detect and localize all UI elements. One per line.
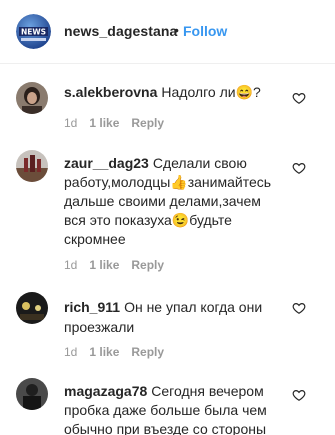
comment-item: zaur__dag23 Сделали свою работу,молодцы👍з… [0, 150, 335, 275]
commenter-avatar[interactable] [16, 378, 48, 410]
comment-text: magazaga78 Сегодня вечером пробка даже бо… [64, 382, 286, 435]
comment-text: zaur__dag23 Сделали свою работу,молодцы👍з… [64, 154, 286, 249]
heart-icon[interactable] [292, 301, 306, 315]
comment-text: rich_911 Он не упал когда они проезжали [64, 297, 286, 337]
svg-text:NEWS: NEWS [21, 28, 46, 37]
comment-meta: 1d 1 like Reply [64, 258, 176, 272]
comment-likes[interactable]: 1 like [89, 116, 119, 130]
comment-username[interactable]: zaur__dag23 [64, 155, 149, 171]
reply-button[interactable]: Reply [131, 116, 164, 130]
comment-meta: 1d 1 like Reply [64, 345, 176, 359]
reply-button[interactable]: Reply [131, 345, 164, 359]
comment-body: Надолго ли😄? [161, 84, 261, 100]
user-photo-icon [16, 292, 48, 324]
comment-item: s.alekberovna Надолго ли😄? 1d 1 like Reply [0, 79, 335, 139]
comment-likes[interactable]: 1 like [89, 258, 119, 272]
comment-time[interactable]: 1d [64, 116, 77, 130]
commenter-avatar[interactable] [16, 82, 48, 114]
comment-likes[interactable]: 1 like [89, 345, 119, 359]
comment-time[interactable]: 1d [64, 258, 77, 272]
user-photo-icon [16, 82, 48, 114]
comment-item: magazaga78 Сегодня вечером пробка даже бо… [0, 378, 335, 435]
comment-text: s.alekberovna Надолго ли😄? [64, 83, 286, 101]
comment-username[interactable]: rich_911 [64, 299, 120, 315]
heart-icon[interactable] [292, 161, 306, 175]
user-photo-icon [16, 378, 48, 410]
post-header: NEWS news_dagestana • Follow [0, 0, 335, 64]
comment-time[interactable]: 1d [64, 345, 77, 359]
account-avatar[interactable]: NEWS [16, 14, 51, 49]
news-logo-icon: NEWS [16, 14, 51, 49]
user-photo-icon [16, 150, 48, 182]
heart-icon[interactable] [292, 388, 306, 402]
reply-button[interactable]: Reply [131, 258, 164, 272]
comment-username[interactable]: s.alekberovna [64, 84, 157, 100]
commenter-avatar[interactable] [16, 150, 48, 182]
account-username[interactable]: news_dagestana [64, 23, 177, 39]
follow-button[interactable]: Follow [183, 23, 227, 39]
comment-item: rich_911 Он не упал когда они проезжали 1… [0, 292, 335, 362]
commenter-avatar[interactable] [16, 292, 48, 324]
comment-meta: 1d 1 like Reply [64, 116, 176, 130]
comment-username[interactable]: magazaga78 [64, 383, 147, 399]
heart-icon[interactable] [292, 91, 306, 105]
separator-dot: • [174, 22, 179, 38]
